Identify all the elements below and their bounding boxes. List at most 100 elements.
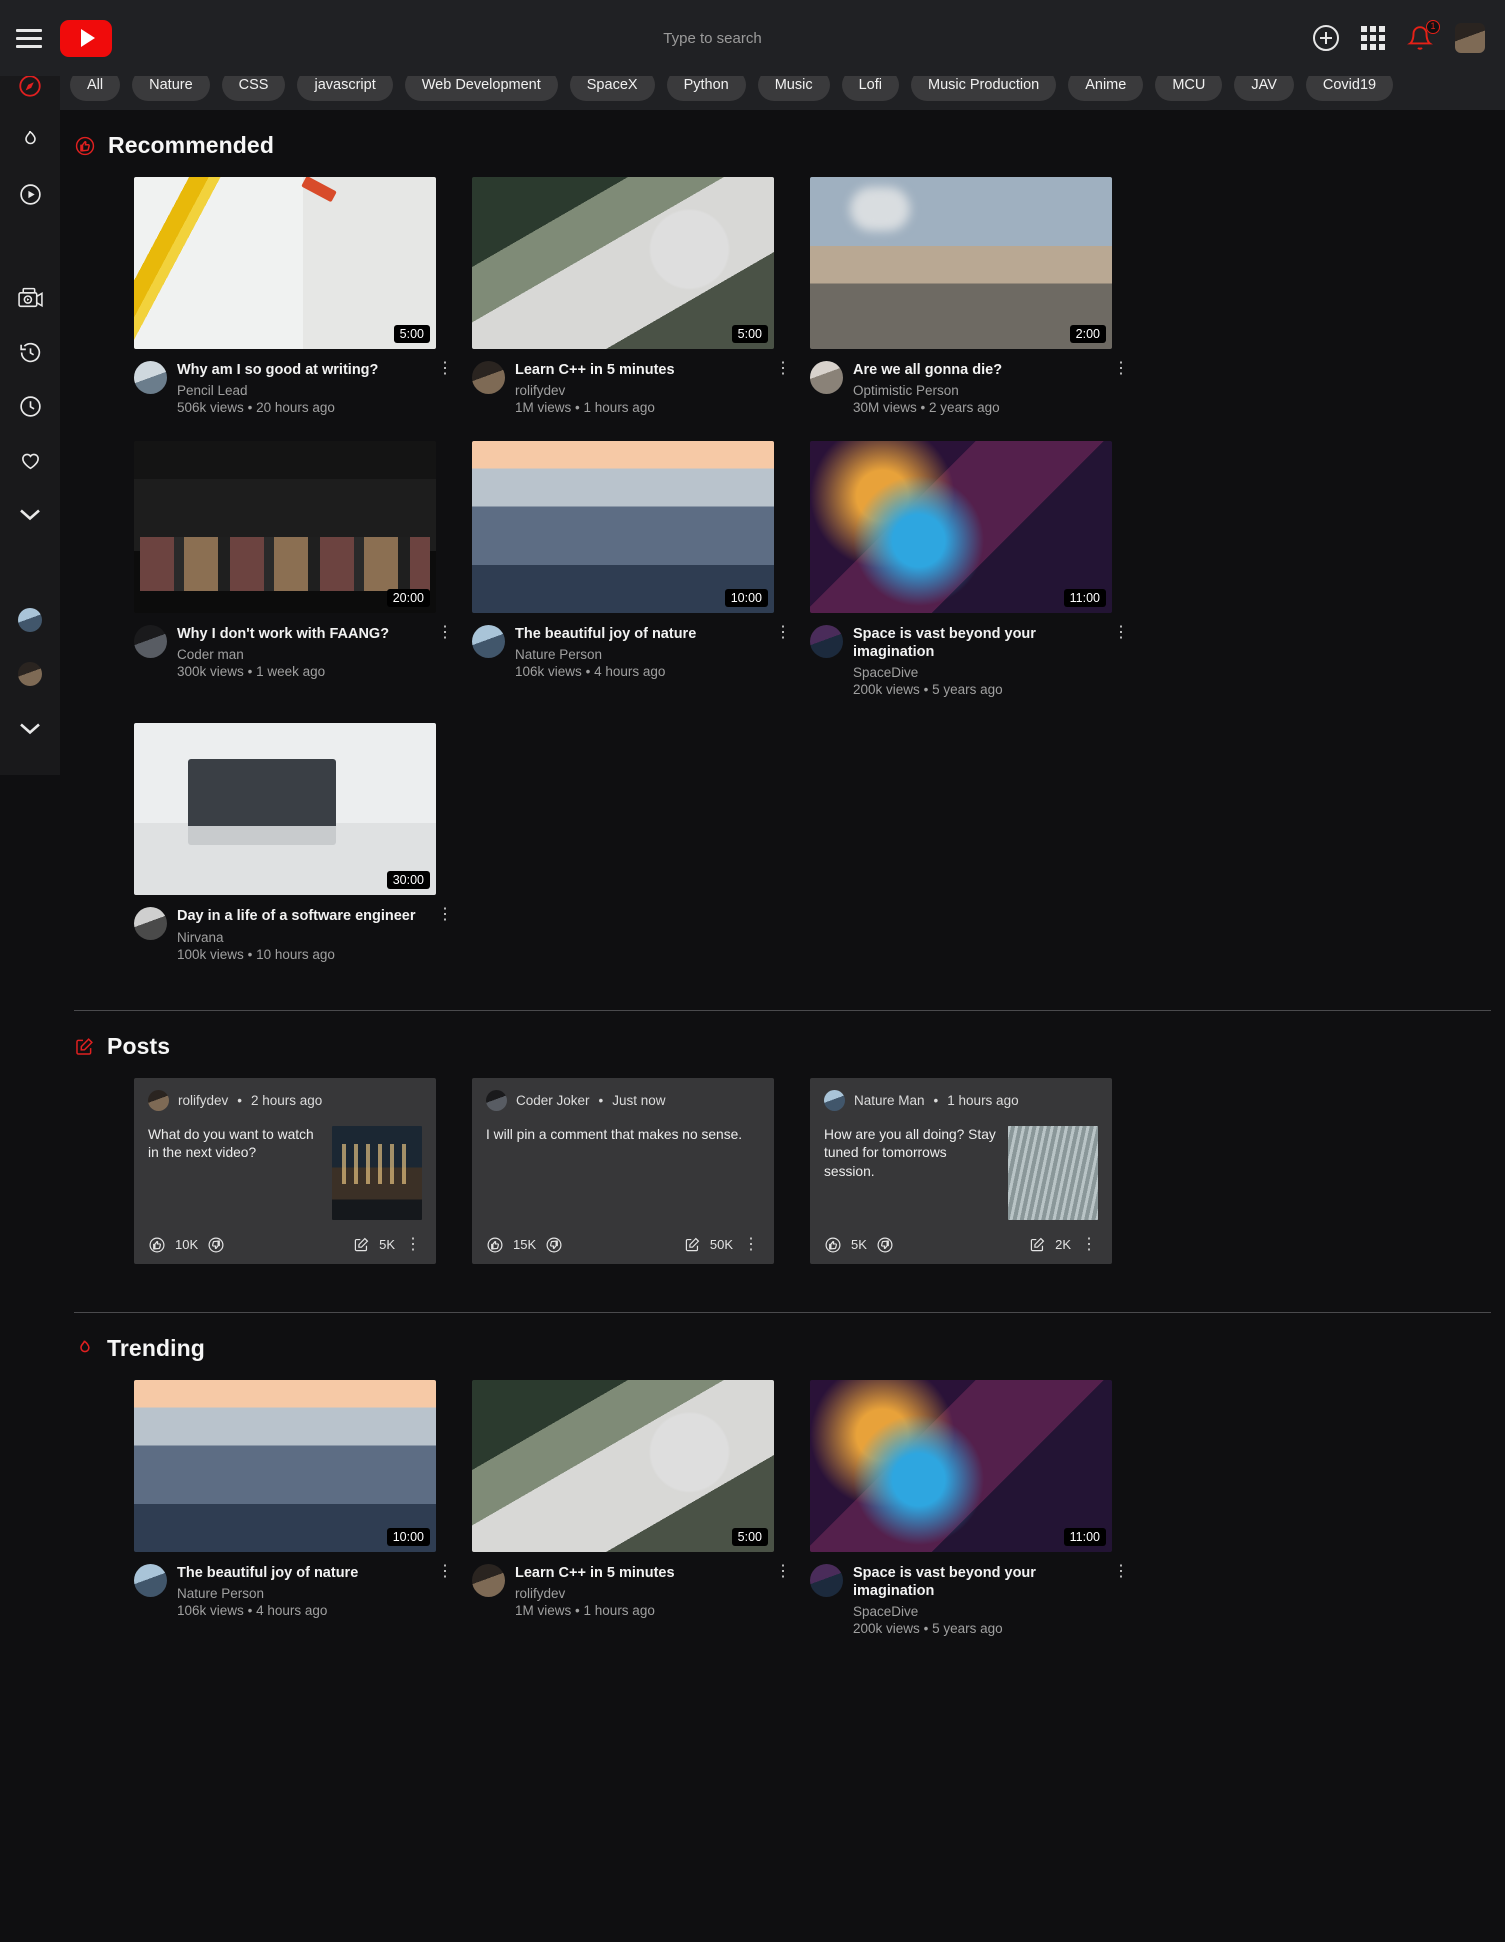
- channel-name[interactable]: Optimistic Person: [853, 383, 1102, 398]
- create-button[interactable]: [1313, 25, 1339, 51]
- video-menu-button[interactable]: ⋮: [774, 1563, 792, 1618]
- thumbs-up-circle-icon[interactable]: [148, 1236, 166, 1254]
- apps-button[interactable]: [1361, 26, 1385, 50]
- channel-avatar[interactable]: [472, 361, 505, 394]
- video-menu-button[interactable]: ⋮: [774, 360, 792, 415]
- post-menu-button[interactable]: ⋮: [742, 1236, 760, 1253]
- video-card[interactable]: 2:00 Are we all gonna die? Optimistic Pe…: [810, 177, 1130, 415]
- video-title[interactable]: Why I don't work with FAANG?: [177, 625, 426, 643]
- youtube-logo-icon[interactable]: [60, 19, 112, 57]
- sidebar-item-watch-later[interactable]: [10, 386, 50, 426]
- thumbs-up-circle-icon[interactable]: [824, 1236, 842, 1254]
- video-thumbnail[interactable]: 30:00: [134, 723, 436, 896]
- video-title[interactable]: Why am I so good at writing?: [177, 361, 426, 379]
- video-menu-button[interactable]: ⋮: [1112, 1563, 1130, 1636]
- video-thumbnail[interactable]: 5:00: [472, 177, 774, 349]
- post-card[interactable]: rolifydev • 2 hours ago What do you want…: [134, 1077, 436, 1264]
- post-card[interactable]: Coder Joker • Just now I will pin a comm…: [472, 1077, 774, 1264]
- video-title[interactable]: The beautiful joy of nature: [515, 625, 764, 643]
- post-card[interactable]: Nature Man • 1 hours ago How are you all…: [810, 1077, 1112, 1264]
- video-title[interactable]: The beautiful joy of nature: [177, 1564, 426, 1582]
- sidebar-item-library[interactable]: [10, 278, 50, 318]
- menu-icon[interactable]: [16, 28, 42, 48]
- channel-name[interactable]: Nature Person: [515, 647, 764, 662]
- avatar[interactable]: [486, 1089, 507, 1111]
- video-card[interactable]: 5:00 Why am I so good at writing? Pencil…: [134, 177, 454, 415]
- post-author[interactable]: rolifydev: [178, 1093, 228, 1108]
- channel-avatar[interactable]: [134, 1563, 167, 1597]
- video-thumbnail[interactable]: 11:00: [810, 441, 1112, 614]
- video-title[interactable]: Learn C++ in 5 minutes: [515, 1564, 764, 1582]
- video-title[interactable]: Are we all gonna die?: [853, 361, 1102, 379]
- video-card[interactable]: 5:00 Learn C++ in 5 minutes rolifydev 1M…: [472, 177, 792, 415]
- thumbs-down-circle-icon[interactable]: [545, 1236, 563, 1254]
- video-thumbnail[interactable]: 10:00: [134, 1379, 436, 1552]
- sidebar-subscriptions-more-button[interactable]: [10, 708, 50, 748]
- video-card[interactable]: 30:00 Day in a life of a software engine…: [134, 723, 454, 962]
- video-title[interactable]: Space is vast beyond your imagination: [853, 625, 1102, 661]
- video-menu-button[interactable]: ⋮: [1112, 360, 1130, 415]
- channel-name[interactable]: Nature Person: [177, 1586, 426, 1601]
- sidebar-subscription-1[interactable]: [10, 600, 50, 640]
- video-menu-button[interactable]: ⋮: [436, 907, 454, 961]
- video-menu-button[interactable]: ⋮: [436, 360, 454, 415]
- channel-avatar[interactable]: [810, 625, 843, 659]
- post-image[interactable]: [1008, 1125, 1098, 1220]
- thumbs-down-circle-icon[interactable]: [876, 1236, 894, 1254]
- post-image[interactable]: [332, 1125, 422, 1220]
- thumbs-up-circle-icon[interactable]: [486, 1236, 504, 1254]
- video-card[interactable]: 11:00 Space is vast beyond your imaginat…: [810, 1379, 1130, 1636]
- video-card[interactable]: 10:00 The beautiful joy of nature Nature…: [472, 441, 792, 697]
- video-title[interactable]: Day in a life of a software engineer: [177, 907, 426, 925]
- channel-name[interactable]: Nirvana: [177, 930, 426, 945]
- video-card[interactable]: 20:00 Why I don't work with FAANG? Coder…: [134, 441, 454, 697]
- sidebar-item-trending[interactable]: [10, 120, 50, 160]
- channel-avatar[interactable]: [134, 625, 167, 659]
- share-square-icon[interactable]: [684, 1236, 701, 1253]
- channel-name[interactable]: SpaceDive: [853, 665, 1102, 680]
- avatar[interactable]: [148, 1089, 169, 1111]
- video-thumbnail[interactable]: 20:00: [134, 441, 436, 614]
- sidebar-subscription-2[interactable]: [10, 654, 50, 694]
- channel-avatar[interactable]: [472, 1563, 505, 1597]
- video-card[interactable]: 10:00 The beautiful joy of nature Nature…: [134, 1379, 454, 1636]
- channel-name[interactable]: rolifydev: [515, 383, 764, 398]
- channel-avatar[interactable]: [134, 907, 167, 941]
- post-author[interactable]: Nature Man: [854, 1093, 925, 1108]
- video-menu-button[interactable]: ⋮: [436, 625, 454, 679]
- sidebar-item-subscriptions[interactable]: [10, 174, 50, 214]
- avatar[interactable]: [824, 1089, 845, 1111]
- share-square-icon[interactable]: [353, 1236, 370, 1253]
- share-square-icon[interactable]: [1029, 1236, 1046, 1253]
- video-card[interactable]: 11:00 Space is vast beyond your imaginat…: [810, 441, 1130, 697]
- search-input[interactable]: [502, 29, 923, 47]
- sidebar-item-history[interactable]: [10, 332, 50, 372]
- channel-avatar[interactable]: [472, 625, 505, 659]
- video-thumbnail[interactable]: 5:00: [134, 177, 436, 349]
- video-title[interactable]: Learn C++ in 5 minutes: [515, 361, 764, 379]
- channel-name[interactable]: rolifydev: [515, 1586, 764, 1601]
- thumbs-down-circle-icon[interactable]: [207, 1236, 225, 1254]
- sidebar-show-more-button[interactable]: [10, 494, 50, 534]
- notifications-button[interactable]: 1: [1407, 20, 1440, 51]
- avatar[interactable]: [1455, 23, 1485, 53]
- post-menu-button[interactable]: ⋮: [404, 1236, 422, 1253]
- channel-name[interactable]: Coder man: [177, 647, 426, 662]
- video-menu-button[interactable]: ⋮: [436, 1563, 454, 1618]
- sidebar-item-liked-videos[interactable]: [10, 440, 50, 480]
- video-title[interactable]: Space is vast beyond your imagination: [853, 1564, 1102, 1600]
- channel-avatar[interactable]: [134, 361, 167, 394]
- channel-name[interactable]: SpaceDive: [853, 1604, 1102, 1619]
- post-menu-button[interactable]: ⋮: [1080, 1236, 1098, 1253]
- video-thumbnail[interactable]: 2:00: [810, 177, 1112, 349]
- post-author[interactable]: Coder Joker: [516, 1093, 590, 1108]
- channel-name[interactable]: Pencil Lead: [177, 383, 426, 398]
- video-menu-button[interactable]: ⋮: [1112, 625, 1130, 697]
- channel-avatar[interactable]: [810, 361, 843, 394]
- video-thumbnail[interactable]: 10:00: [472, 441, 774, 614]
- video-card[interactable]: 5:00 Learn C++ in 5 minutes rolifydev 1M…: [472, 1379, 792, 1636]
- video-thumbnail[interactable]: 11:00: [810, 1379, 1112, 1552]
- video-thumbnail[interactable]: 5:00: [472, 1379, 774, 1552]
- channel-avatar[interactable]: [810, 1563, 843, 1597]
- video-menu-button[interactable]: ⋮: [774, 625, 792, 679]
